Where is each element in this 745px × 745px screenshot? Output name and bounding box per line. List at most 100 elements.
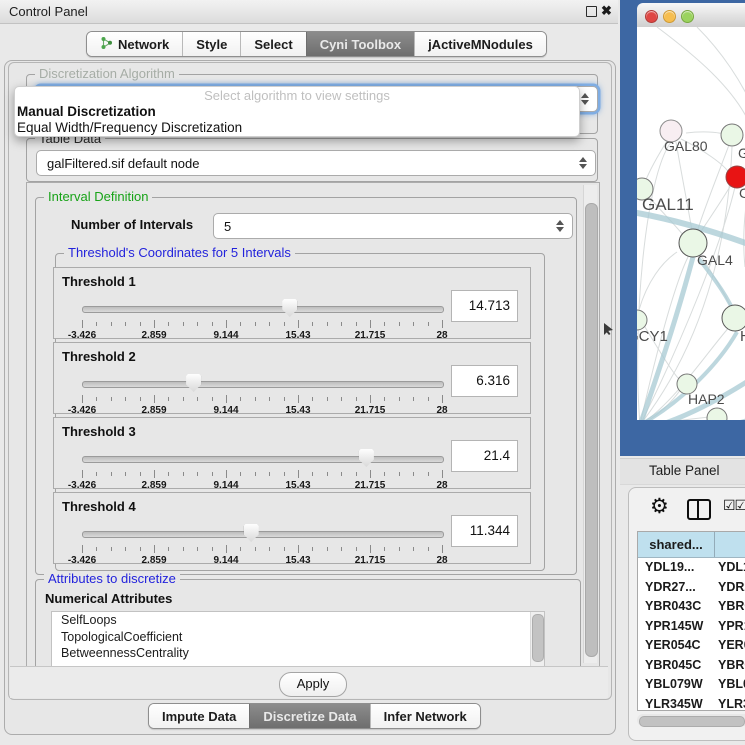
tick-mark <box>399 472 400 476</box>
tick-label: 28 <box>436 555 447 566</box>
tab-impute-data[interactable]: Impute Data <box>149 704 249 728</box>
slider-handle[interactable] <box>282 299 297 317</box>
network-view-frame: GAL80 G GAL11 GAL4 GCY1 H HAP2 C <box>620 0 745 456</box>
attribute-item-selfloops[interactable]: SelfLoops <box>52 612 544 629</box>
threshold-slider[interactable]: -3.4262.8599.14415.4321.71528 <box>82 448 442 486</box>
tick-mark <box>140 547 141 551</box>
threshold-value-field[interactable]: 14.713 <box>451 290 518 322</box>
num-intervals-combobox[interactable]: 5 <box>213 213 573 239</box>
combo-stepper-icon <box>556 220 564 232</box>
slider-track[interactable] <box>82 306 444 313</box>
table-hscrollbar-thumb[interactable] <box>639 716 745 727</box>
table-cell: YBL079W <box>638 675 714 695</box>
table-row[interactable]: YER054CYER0 <box>638 636 745 656</box>
tab-discretize-data[interactable]: Discretize Data <box>249 704 369 728</box>
thresholds-group-title: Threshold's Coordinates for 5 Intervals <box>64 245 295 260</box>
list-scrollbar[interactable] <box>530 612 544 666</box>
dropdown-option-manual-discretization[interactable]: Manual Discretization <box>15 104 579 120</box>
table-row[interactable]: YDL19...YDL1 <box>638 558 745 578</box>
node-attribute-table[interactable]: shared...n YDL19...YDL1YDR27...YDR2YBR04… <box>637 531 745 711</box>
close-traffic-light-icon[interactable] <box>645 10 658 23</box>
tick-mark <box>327 397 328 401</box>
table-cell: YBR0 <box>714 656 745 676</box>
attribute-item-topologicalcoefficient[interactable]: TopologicalCoefficient <box>52 629 544 646</box>
select-columns-icon[interactable]: ☑☑ <box>723 497 745 514</box>
tab-infer-network[interactable]: Infer Network <box>370 704 480 728</box>
control-panel-title: Control Panel <box>9 4 88 19</box>
attribute-item-betweennesscentrality[interactable]: BetweennessCentrality <box>52 645 544 662</box>
threshold-slider[interactable]: -3.4262.8599.14415.4321.71528 <box>82 523 442 561</box>
tick-mark <box>82 470 83 478</box>
threshold-value-field[interactable]: 21.4 <box>451 440 518 472</box>
tick-mark <box>125 397 126 401</box>
tick-label: -3.426 <box>68 405 96 416</box>
float-window-icon[interactable] <box>586 6 597 17</box>
close-icon[interactable]: ✖ <box>601 3 612 19</box>
table-row[interactable]: YBR045CYBR0 <box>638 656 745 676</box>
slider-handle[interactable] <box>186 374 201 392</box>
table-hscrollbar[interactable] <box>637 714 745 726</box>
tab-cyni-toolbox[interactable]: Cyni Toolbox <box>306 32 414 56</box>
column-layout-icon[interactable] <box>687 499 711 520</box>
table-body: YDL19...YDL1YDR27...YDR2YBR043CYBR0YPR14… <box>638 558 745 711</box>
tick-mark <box>255 322 256 326</box>
slider-handle[interactable] <box>244 524 259 542</box>
minimize-traffic-light-icon[interactable] <box>663 10 676 23</box>
slider-track[interactable] <box>82 381 444 388</box>
dropdown-option-equal-width-frequency-discretization[interactable]: Equal Width/Frequency Discretization <box>15 120 579 136</box>
table-data-combobox[interactable]: galFiltered.sif default node <box>36 150 596 176</box>
threshold-value-field[interactable]: 6.316 <box>451 365 518 397</box>
tick-mark <box>284 322 285 326</box>
tick-label: 9.144 <box>213 480 238 491</box>
column-header-2[interactable]: n <box>715 532 745 557</box>
tab-style[interactable]: Style <box>182 32 240 56</box>
combo-stepper-icon <box>581 93 589 105</box>
viewport-scrollbar[interactable] <box>583 185 597 663</box>
tick-mark <box>327 472 328 476</box>
tab-jactivemnodules[interactable]: jActiveMNodules <box>414 32 546 56</box>
zoom-traffic-light-icon[interactable] <box>681 10 694 23</box>
tick-label: 2.859 <box>141 330 166 341</box>
network-window-titlebar <box>637 3 745 28</box>
threshold-value-field[interactable]: 11.344 <box>451 515 518 547</box>
list-scrollbar-thumb[interactable] <box>532 614 544 662</box>
table-row[interactable]: YBR043CYBR0 <box>638 597 745 617</box>
slider-handle[interactable] <box>359 449 374 467</box>
table-row[interactable]: YLR345WYLR3 <box>638 695 745 712</box>
threshold-slider[interactable]: -3.4262.8599.14415.4321.71528 <box>82 373 442 411</box>
tick-mark <box>428 397 429 401</box>
tab-label: Select <box>254 37 292 52</box>
table-row[interactable]: YDR27...YDR2 <box>638 578 745 598</box>
tick-mark <box>197 322 198 326</box>
tick-mark <box>111 547 112 551</box>
gear-icon[interactable]: ⚙ <box>650 494 669 519</box>
table-row[interactable]: YPR145WYPR1 <box>638 617 745 637</box>
table-cell: YBR043C <box>638 597 714 617</box>
tab-network[interactable]: Network <box>87 32 182 56</box>
tick-label: 21.715 <box>355 405 386 416</box>
slider-tick-labels: -3.4262.8599.14415.4321.71528 <box>82 555 442 567</box>
tab-select[interactable]: Select <box>240 32 305 56</box>
tick-mark <box>183 472 184 476</box>
interval-definition-title: Interval Definition <box>44 189 152 204</box>
tick-label: 21.715 <box>355 330 386 341</box>
apply-button[interactable]: Apply <box>279 672 347 697</box>
column-header-1[interactable]: shared... <box>638 532 715 557</box>
slider-track[interactable] <box>82 456 444 463</box>
slider-track[interactable] <box>82 531 444 538</box>
tab-label: Network <box>118 37 169 52</box>
table-row[interactable]: YBL079WYBL0 <box>638 675 745 695</box>
node-bottom <box>707 408 727 420</box>
network-canvas[interactable]: GAL80 G GAL11 GAL4 GCY1 H HAP2 C <box>637 27 745 420</box>
tick-label: -3.426 <box>68 330 96 341</box>
numerical-attributes-list[interactable]: SelfLoopsTopologicalCoefficientBetweenne… <box>51 611 545 667</box>
num-intervals-value: 5 <box>224 219 231 234</box>
tick-mark <box>384 397 385 401</box>
threshold-slider[interactable]: -3.4262.8599.14415.4321.71528 <box>82 298 442 336</box>
slider-ticks <box>82 545 442 554</box>
viewport-scrollbar-thumb[interactable] <box>585 203 598 657</box>
table-header-row[interactable]: shared...n <box>638 532 745 558</box>
slider-tick-labels: -3.4262.8599.14415.4321.71528 <box>82 405 442 417</box>
tick-mark <box>255 547 256 551</box>
tick-mark <box>255 397 256 401</box>
